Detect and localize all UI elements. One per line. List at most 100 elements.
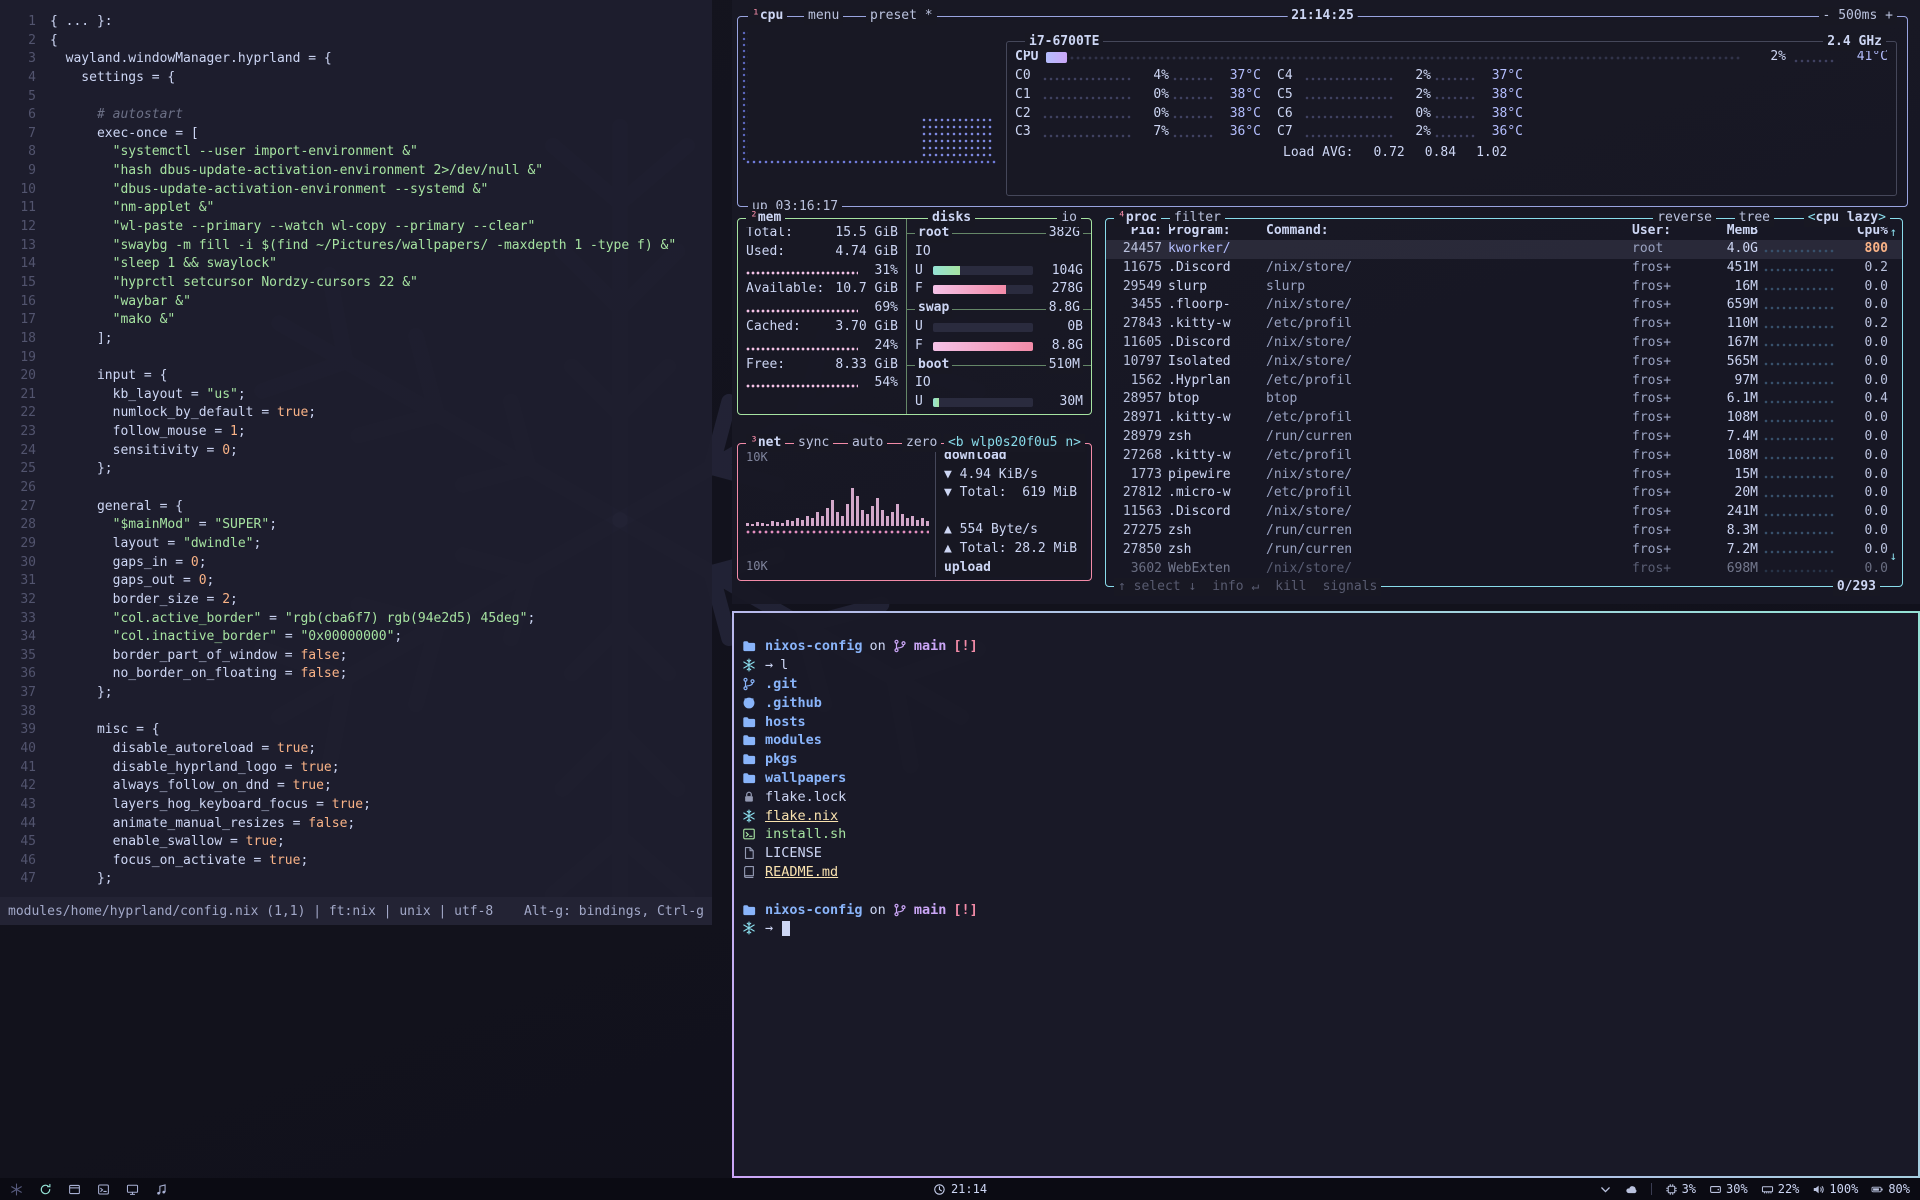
code-line[interactable]: 16 "waybar &" [0,293,712,312]
proc-row[interactable]: 28957btopbtopfros+6.1M0.4 [1106,390,1902,409]
code-area[interactable]: 1{ ... }:2{3 wayland.windowManager.hyprl… [0,0,712,889]
code-line[interactable]: 9 "hash dbus-update-activation-environme… [0,162,712,181]
launcher-icon[interactable] [10,1183,23,1196]
terminal-content[interactable]: nixos-config on main [!] → l .git.github… [734,613,1918,938]
file-row[interactable]: flake.nix [742,806,1908,825]
code-line[interactable]: 25 }; [0,460,712,479]
proc-footer-hint[interactable]: info ↵ [1212,578,1259,596]
file-row[interactable]: wallpapers [742,769,1908,788]
proc-column-header[interactable]: Command: [1266,222,1626,241]
proc-row[interactable]: 1773pipewire/nix/store/fros+15M0.0 [1106,466,1902,485]
proc-footer-hint[interactable]: kill [1275,578,1306,596]
proc-row[interactable]: 3455.floorp-/nix/store/fros+659M0.0 [1106,296,1902,315]
code-line[interactable]: 11 "nm-applet &" [0,199,712,218]
code-line[interactable]: 23 follow_mouse = 1; [0,423,712,442]
proc-reverse-button[interactable]: reverse [1653,209,1716,227]
file-row[interactable]: pkgs [742,750,1908,769]
code-line[interactable]: 4 settings = { [0,69,712,88]
proc-row[interactable]: 27275zsh/run/currenfros+8.3M0.0 [1106,522,1902,541]
code-line[interactable]: 40 disable_autoreload = true; [0,740,712,759]
code-line[interactable]: 37 }; [0,684,712,703]
proc-row[interactable]: 11563.Discord/nix/store/fros+241M0.0 [1106,503,1902,522]
code-line[interactable]: 44 animate_manual_resizes = false; [0,815,712,834]
code-line[interactable]: 7 exec-once = [ [0,125,712,144]
code-line[interactable]: 14 "sleep 1 && swaylock" [0,255,712,274]
file-row[interactable]: .git [742,675,1908,694]
io-mode-toggle[interactable]: io [1057,209,1081,227]
code-line[interactable]: 2{ [0,32,712,51]
taskbar-cloud-indicator[interactable] [1625,1183,1638,1196]
proc-row[interactable]: 28971.kitty-w/etc/profilfros+108M0.0 [1106,409,1902,428]
code-line[interactable]: 3 wayland.windowManager.hyprland = { [0,50,712,69]
proc-tree-button[interactable]: tree [1735,209,1774,227]
net-mode-auto[interactable]: auto [848,434,887,452]
code-line[interactable]: 42 always_follow_on_dnd = true; [0,777,712,796]
terminal-icon[interactable] [97,1183,110,1196]
proc-row[interactable]: 1562.Hyprlan/etc/profilfros+97M0.0 [1106,372,1902,391]
file-row[interactable]: modules [742,731,1908,750]
code-line[interactable]: 33 "col.active_border" = "rgb(cba6f7) rg… [0,610,712,629]
proc-filter-button[interactable]: filter [1170,209,1225,227]
code-line[interactable]: 34 "col.inactive_border" = "0x00000000"; [0,628,712,647]
net-mode-sync[interactable]: sync [794,434,833,452]
code-line[interactable]: 17 "mako &" [0,311,712,330]
code-line[interactable]: 32 border_size = 2; [0,591,712,610]
file-row[interactable]: hosts [742,712,1908,731]
proc-sort-selector[interactable]: <cpu lazy> [1804,209,1890,227]
code-line[interactable]: 12 "wl-paste --primary --watch wl-copy -… [0,218,712,237]
code-line[interactable]: 24 sensitivity = 0; [0,442,712,461]
code-line[interactable]: 35 border_part_of_window = false; [0,647,712,666]
cpu-box-title[interactable]: ¹cpu [748,7,787,25]
proc-row[interactable]: 11675.Discord/nix/store/fros+451M0.2 [1106,259,1902,278]
code-line[interactable]: 21 kb_layout = "us"; [0,386,712,405]
music-icon[interactable] [155,1183,168,1196]
code-line[interactable]: 38 [0,703,712,722]
code-line[interactable]: 30 gaps_in = 0; [0,554,712,573]
proc-footer-hint[interactable]: signals [1323,578,1378,596]
mem-box-title[interactable]: ²mem [746,209,785,227]
taskbar-ram-indicator[interactable]: 22% [1761,1182,1800,1196]
code-line[interactable]: 28 "$mainMod" = "SUPER"; [0,516,712,535]
file-row[interactable]: flake.lock [742,787,1908,806]
refresh-icon[interactable] [39,1183,52,1196]
proc-row[interactable]: 10797Isolated/nix/store/fros+565M0.0 [1106,353,1902,372]
code-line[interactable]: 15 "hyprctl setcursor Nordzy-cursors 22 … [0,274,712,293]
code-line[interactable]: 29 layout = "dwindle"; [0,535,712,554]
proc-row[interactable]: 11605.Discord/nix/store/fros+167M0.0 [1106,334,1902,353]
code-line[interactable]: 47 }; [0,870,712,889]
net-mode-zero[interactable]: zero [902,434,941,452]
file-row[interactable]: .github [742,693,1908,712]
code-line[interactable]: 20 input = { [0,367,712,386]
proc-row[interactable]: 29549slurpslurpfros+16M0.0 [1106,278,1902,297]
code-line[interactable]: 13 "swaybg -m fill -i $(find ~/Pictures/… [0,237,712,256]
proc-footer-hint[interactable]: ↑ select ↓ [1118,578,1196,596]
proc-row[interactable]: 28979zsh/run/currenfros+7.4M0.0 [1106,428,1902,447]
taskbar-chevron-down-indicator[interactable] [1599,1183,1612,1196]
proc-row[interactable]: 27843.kitty-w/etc/profilfros+110M0.2 [1106,315,1902,334]
code-line[interactable]: 43 layers_hog_keyboard_focus = true; [0,796,712,815]
code-line[interactable]: 31 gaps_out = 0; [0,572,712,591]
proc-scroll-down[interactable]: ↓ [1890,547,1897,566]
code-line[interactable]: 36 no_border_on_floating = false; [0,665,712,684]
code-line[interactable]: 46 focus_on_activate = true; [0,852,712,871]
proc-scroll-up[interactable]: ↑ [1890,223,1897,242]
proc-row[interactable]: 24457kworker/root4.0G800 [1106,240,1902,259]
code-line[interactable]: 22 numlock_by_default = true; [0,404,712,423]
code-line[interactable]: 6 # autostart [0,106,712,125]
command-line-active[interactable]: → [742,919,1908,938]
menu-button[interactable]: menu [804,7,843,25]
code-line[interactable]: 5 [0,88,712,107]
code-line[interactable]: 26 [0,479,712,498]
code-line[interactable]: 39 misc = { [0,721,712,740]
net-interface[interactable]: <b wlp0s20f0u5 n> [944,434,1085,452]
code-line[interactable]: 10 "dbus-update-activation-environment -… [0,181,712,200]
window-icon[interactable] [68,1183,81,1196]
file-row[interactable]: README.md [742,863,1908,882]
code-line[interactable]: 45 enable_swallow = true; [0,833,712,852]
update-interval-control[interactable]: - 500ms + [1819,7,1897,25]
display-icon[interactable] [126,1183,139,1196]
disks-title[interactable]: disks [928,209,975,227]
proc-row[interactable]: 27812.micro-w/etc/profilfros+20M0.0 [1106,484,1902,503]
proc-row[interactable]: 27850zsh/run/currenfros+7.2M0.0 [1106,541,1902,560]
taskbar-battery-indicator[interactable]: 80% [1871,1182,1910,1196]
